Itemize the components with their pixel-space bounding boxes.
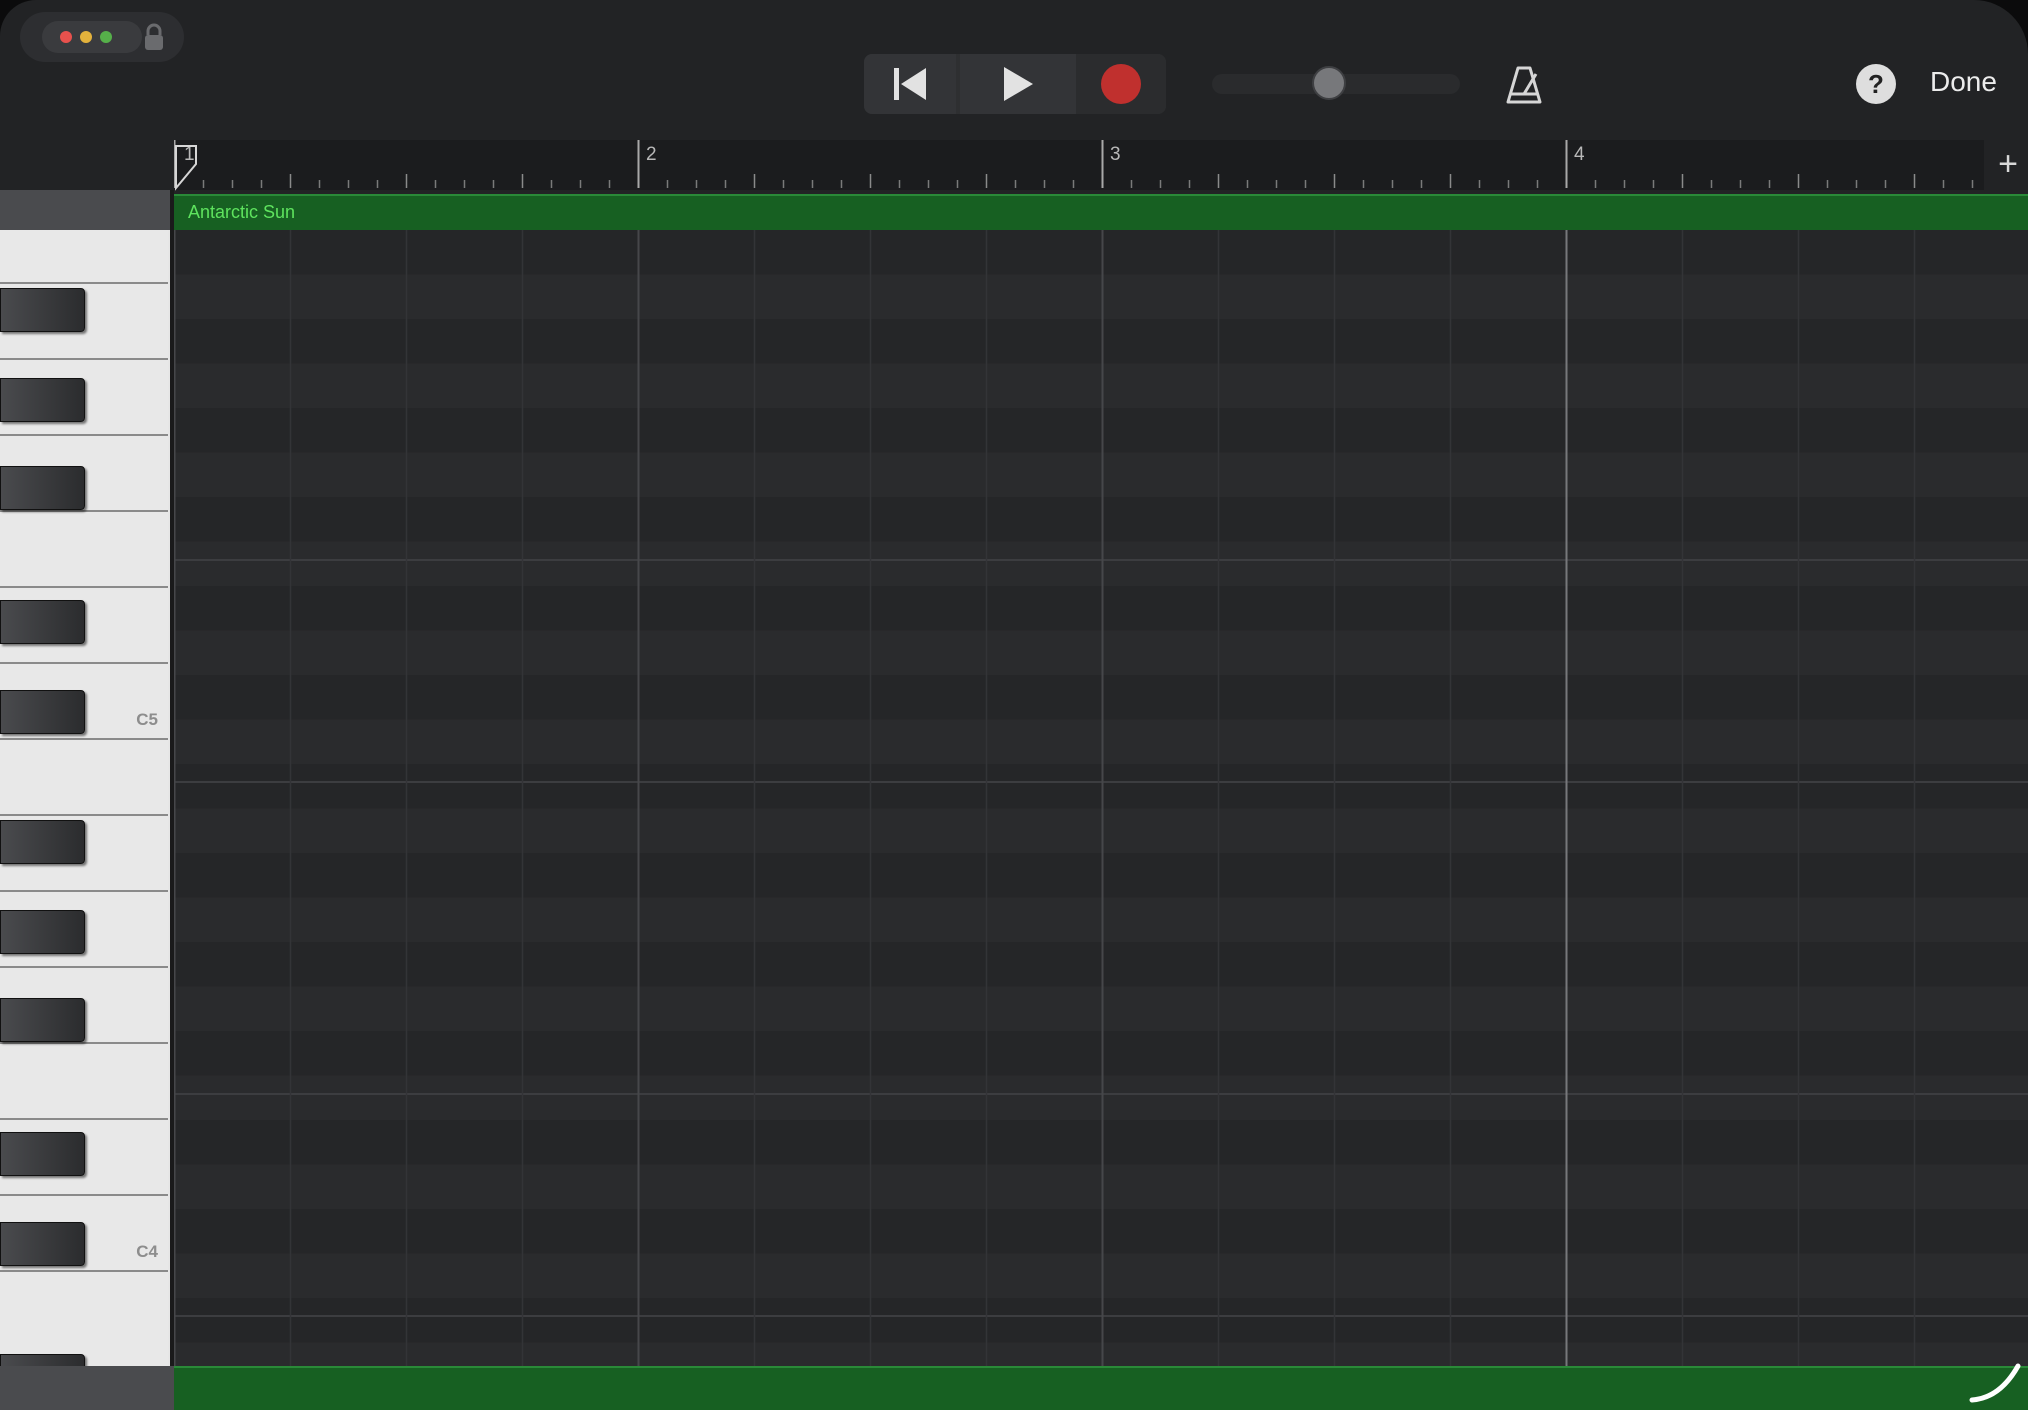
bar-number-2: 2 (646, 144, 657, 165)
region-header-spacer (0, 190, 174, 230)
pitch-row (174, 986, 2028, 1031)
pitch-row (174, 274, 2028, 319)
pitch-row (174, 586, 2028, 631)
note-grid[interactable] (174, 230, 2028, 1366)
black-key[interactable] (0, 600, 85, 644)
pitch-row (174, 719, 2028, 764)
play-button[interactable] (960, 54, 1076, 114)
pitch-row (174, 408, 2028, 453)
region-name: Antarctic Sun (188, 202, 296, 222)
white-key[interactable] (0, 1044, 168, 1120)
black-key[interactable] (0, 690, 85, 734)
grid-lines (174, 230, 2028, 1366)
black-key[interactable] (0, 378, 85, 422)
pitch-row (174, 1342, 2028, 1366)
ruler-ticks (174, 140, 1974, 188)
pitch-row (174, 942, 2028, 987)
go-to-beginning-icon (894, 68, 926, 100)
close-dot[interactable] (60, 31, 72, 43)
go-to-beginning-button[interactable] (864, 54, 956, 114)
pitch-row (174, 319, 2028, 364)
pitch-row (174, 230, 2028, 275)
region-resize-handle-icon[interactable] (1966, 1350, 2026, 1406)
timeline-ruler[interactable]: 1 2 3 4 (174, 140, 1984, 190)
transport-controls (864, 54, 1166, 114)
white-key[interactable] (0, 230, 168, 284)
c4-label: C4 (136, 1242, 158, 1261)
volume-slider-knob[interactable] (1311, 66, 1346, 100)
black-key[interactable] (0, 1222, 85, 1266)
playhead-marker[interactable] (174, 142, 198, 192)
piano-roll-window: ? Done 1 2 3 4 + Antarctic Sun C5 C4 (0, 0, 2028, 1410)
pitch-row (174, 764, 2028, 809)
black-key[interactable] (0, 1354, 85, 1366)
help-button[interactable]: ? (1856, 64, 1896, 104)
play-icon (1004, 67, 1033, 101)
metronome-icon[interactable] (1504, 64, 1544, 106)
record-icon (1101, 64, 1141, 104)
traffic-lights[interactable] (42, 21, 142, 53)
pitch-row (174, 452, 2028, 497)
pitch-row (174, 853, 2028, 898)
bottom-spacer (0, 1366, 174, 1410)
zoom-dot[interactable] (100, 31, 112, 43)
white-key[interactable] (0, 1272, 168, 1366)
black-key[interactable] (0, 466, 85, 510)
bar-number-3: 3 (1110, 144, 1121, 165)
white-key[interactable] (0, 740, 168, 816)
pitch-row (174, 497, 2028, 542)
minimize-dot[interactable] (80, 31, 92, 43)
pitch-row (174, 675, 2028, 720)
window-controls (20, 12, 184, 62)
black-key[interactable] (0, 820, 85, 864)
pitch-row (174, 1075, 2028, 1120)
pitch-row (174, 1298, 2028, 1343)
pitch-row (174, 1209, 2028, 1254)
midi-region[interactable]: Antarctic Sun (174, 194, 2028, 234)
pitch-row (174, 1164, 2028, 1209)
pitch-row (174, 541, 2028, 586)
done-button[interactable]: Done (1930, 66, 1997, 98)
pitch-row (174, 897, 2028, 942)
c5-label: C5 (136, 710, 158, 729)
record-button[interactable] (1076, 54, 1166, 114)
black-key[interactable] (0, 910, 85, 954)
region-overview-bar[interactable] (174, 1366, 2028, 1410)
black-key[interactable] (0, 1132, 85, 1176)
bar-number-4: 4 (1574, 144, 1585, 165)
pitch-row (174, 1120, 2028, 1165)
black-key[interactable] (0, 288, 85, 332)
add-section-button[interactable]: + (1988, 140, 2028, 190)
pitch-row (174, 808, 2028, 853)
pitch-row (174, 1031, 2028, 1076)
piano-keyboard[interactable]: C5 C4 (0, 230, 172, 1366)
pitch-row (174, 363, 2028, 408)
pitch-row (174, 1253, 2028, 1298)
white-key[interactable] (0, 512, 168, 588)
pitch-row (174, 630, 2028, 675)
lock-icon[interactable] (140, 22, 168, 52)
black-key[interactable] (0, 998, 85, 1042)
